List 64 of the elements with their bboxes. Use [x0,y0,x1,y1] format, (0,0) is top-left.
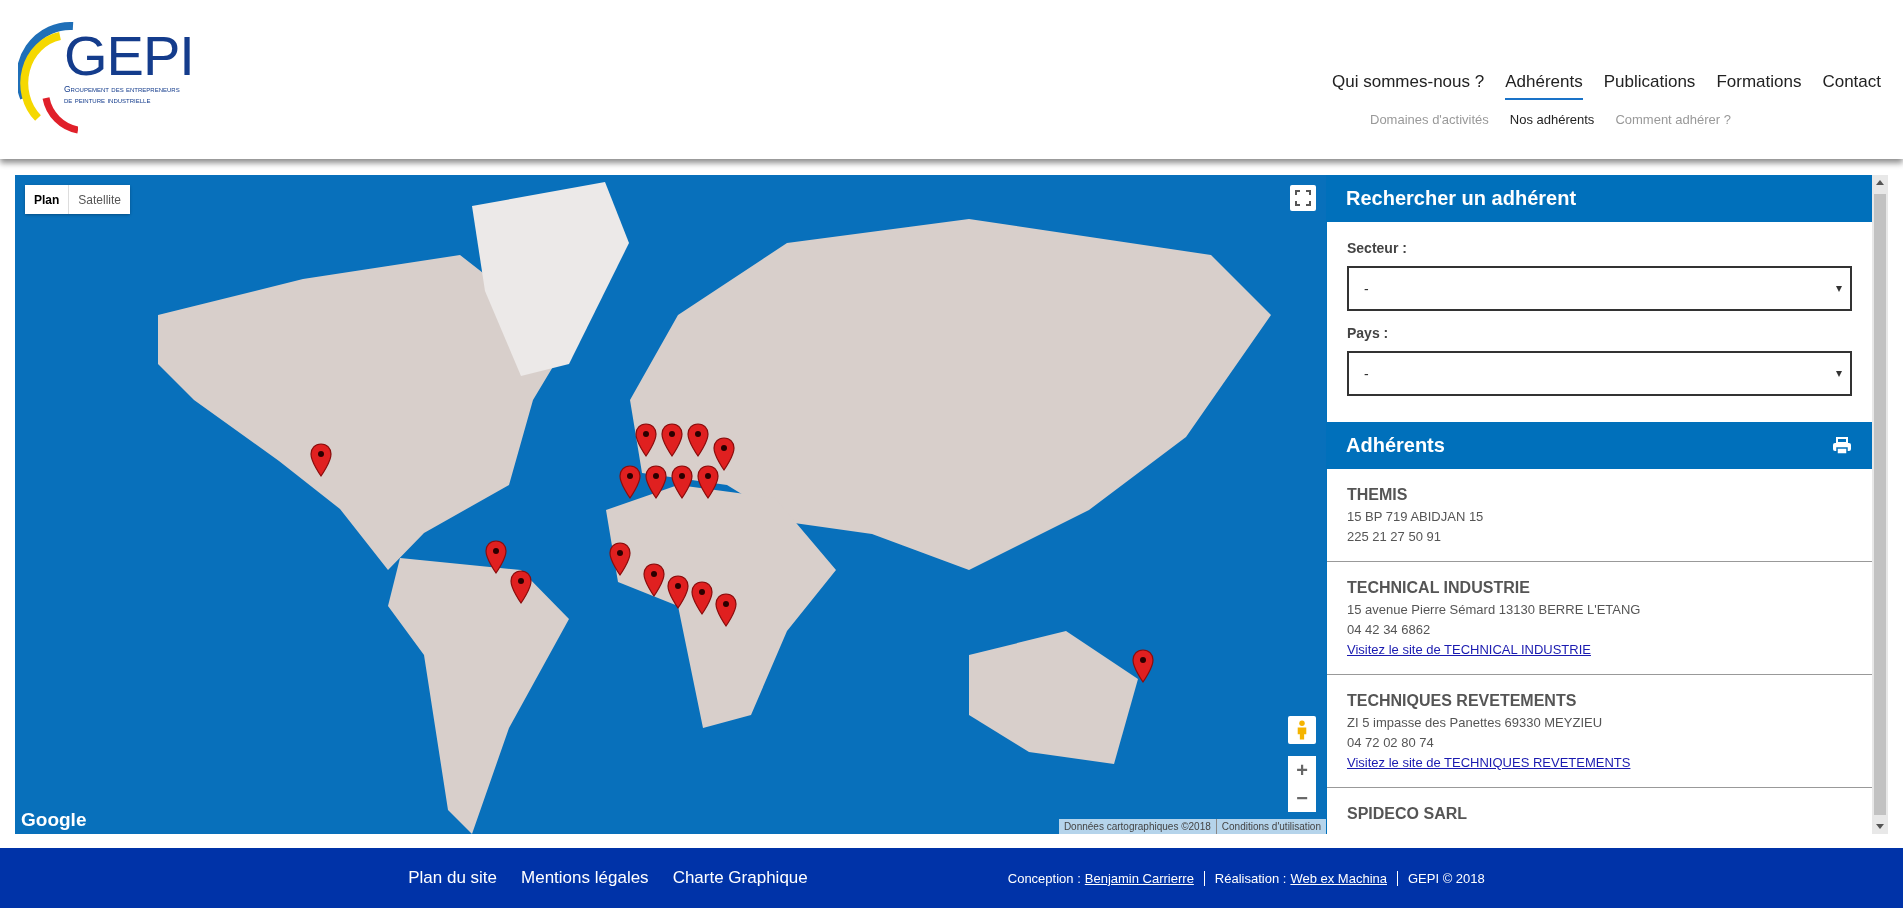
nav-link[interactable]: Formations [1716,72,1802,100]
footer-link[interactable]: Charte Graphique [672,868,808,888]
member-name: TECHNICAL INDUSTRIE [1347,579,1531,597]
map-pin-icon[interactable] [643,563,665,597]
field-label: Pays : [1347,325,1390,341]
map[interactable]: Plan Satellite + − Google Données cartographiques ©2018 Conditions d'utilisation [15,175,1326,834]
member-detail: 225 21 27 50 91 [1347,528,1442,546]
nav-link[interactable]: Qui sommes-nous ? [1332,72,1485,100]
member-detail: 15 BP 719 ABIDJAN 15 [1347,508,1485,526]
map-pin-icon[interactable] [661,423,683,457]
panel-title: Rechercher un adhérent [1326,175,1872,222]
credit-text: GEPI © 2018 [1408,870,1485,886]
member-website-link[interactable]: Visitez le site de TECHNICAL INDUSTRIE [1347,640,1852,660]
member-detail: ZI 5 impasse des Panettes 69330 MEYZIEU [1347,714,1604,732]
credit-link[interactable]: Benjamin Carrierre [1084,870,1194,886]
map-pin-icon[interactable] [1132,649,1154,683]
member-name: SPIDECO SARL [1347,805,1468,823]
footer-link[interactable]: Plan du site [408,868,498,888]
map-pin-icon[interactable] [635,423,657,457]
map-pin-icon[interactable] [671,465,693,499]
map-brand-logo: Google [21,809,87,831]
caret-icon [1836,370,1842,377]
nav-link[interactable]: Publications [1603,72,1696,100]
nav-link[interactable]: Contact [1822,72,1881,100]
map-pin-icon[interactable] [691,581,713,615]
map-type-tab[interactable]: Satellite [68,185,131,214]
fullscreen-button[interactable] [1290,185,1316,211]
select-field[interactable]: - [1347,351,1852,396]
map-pin-icon[interactable] [609,542,631,576]
caret-icon [1836,285,1842,292]
credit-link[interactable]: Web ex Machina [1290,870,1387,886]
credit-text: Conception : [1007,870,1081,886]
credit-text: Réalisation : [1214,870,1287,886]
member-name: TECHNIQUES REVETEMENTS [1347,692,1578,710]
map-pin-icon[interactable] [667,575,689,609]
field-label: Secteur : [1347,240,1408,256]
member-website-link[interactable]: Visitez le site de TECHNIQUES REVETEMENTS [1347,753,1852,773]
map-pin-icon[interactable] [485,540,507,574]
subnav-link[interactable]: Nos adhérents [1509,112,1595,127]
map-pin-icon[interactable] [645,465,667,499]
footer-link[interactable]: Mentions légales [521,868,649,888]
map-type-tab[interactable]: Plan [25,185,69,214]
map-attribution: Données cartographiques ©2018 [1062,820,1212,834]
nav-link[interactable]: Adhérents [1505,72,1583,100]
scrollbar[interactable] [1872,175,1888,834]
print-icon[interactable] [1832,436,1852,455]
pegman-icon [1296,719,1308,741]
fullscreen-icon [1295,190,1311,206]
logo-tagline: Groupement des entrepreneurs [64,84,181,95]
select-field[interactable]: - [1347,266,1852,311]
panel-title: Adhérents [1346,433,1445,458]
member-detail: 04 72 02 80 74 [1347,734,1435,752]
map-pin-icon[interactable] [310,443,332,477]
map-pin-icon[interactable] [510,570,532,604]
map-pin-icon[interactable] [713,437,735,471]
logo-wordmark: GEPI [64,28,194,84]
member-detail: 15 avenue Pierre Sémard 13130 BERRE L'ETANG [1347,601,1642,619]
map-pin-icon[interactable] [687,423,709,457]
member-name: THEMIS [1347,486,1409,504]
logo-tagline: de peinture industrielle [64,95,152,106]
terms-link[interactable]: Conditions d'utilisation [1215,819,1326,834]
member-detail: 04 42 34 6862 [1347,621,1432,639]
map-pin-icon[interactable] [715,593,737,627]
map-pin-icon[interactable] [697,465,719,499]
